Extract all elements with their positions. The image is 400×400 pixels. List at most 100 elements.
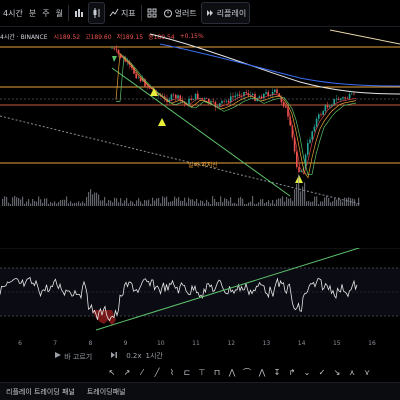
arrow-icon[interactable]: ↗: [121, 367, 133, 379]
volume-bar: [330, 202, 332, 206]
toolbar-item-minute[interactable]: 분: [26, 3, 39, 23]
candle-body: [318, 114, 320, 119]
volume-bar: [14, 196, 16, 206]
rect-icon[interactable]: ⊓: [211, 367, 223, 379]
volume-bar: [128, 203, 130, 206]
volume-bar: [122, 203, 124, 206]
layout-button[interactable]: [144, 3, 160, 23]
volume-bar: [62, 199, 64, 206]
volume-bar: [220, 196, 222, 206]
volume-bar: [90, 189, 92, 206]
support-label[interactable]: 벌써-지지선: [188, 161, 218, 169]
speed-selector[interactable]: 0.2x: [126, 352, 141, 360]
volume-bar: [278, 198, 280, 206]
range-icon[interactable]: ⌄: [301, 367, 313, 379]
toolbar-item-week[interactable]: 주: [39, 3, 52, 23]
volume-bar: [104, 197, 106, 206]
alerts-button[interactable]: 얼러트: [160, 3, 200, 23]
ray-icon[interactable]: ╱: [151, 367, 163, 379]
projection-icon[interactable]: ↘: [331, 367, 343, 379]
tab-replay-trading-panel[interactable]: 리플레이 트레이딩 패널: [0, 387, 81, 397]
volume-bar: [208, 202, 210, 206]
check-icon[interactable]: ✓: [316, 367, 328, 379]
volume-bar: [172, 200, 174, 206]
volume-bar: [288, 198, 290, 206]
interval-selector[interactable]: 4시간: [0, 3, 26, 23]
candle-body: [274, 89, 276, 92]
volume-bar: [184, 197, 186, 206]
volume-bar: [30, 203, 32, 206]
volume-bar: [102, 200, 104, 206]
volume-bar: [202, 200, 204, 206]
volume-bar: [66, 196, 68, 206]
candle-body: [346, 98, 349, 99]
long-position-icon[interactable]: ↧: [271, 367, 283, 379]
volume-bar: [336, 199, 338, 206]
candle-body: [265, 92, 267, 94]
volume-bar: [340, 199, 342, 206]
time-axis-tick: 6: [18, 340, 22, 347]
volume-bar: [10, 203, 12, 206]
volume-bar: [248, 202, 250, 206]
xabcd-icon[interactable]: ⋏: [346, 367, 358, 379]
candle-body: [137, 77, 140, 79]
volume-bar: [264, 203, 266, 206]
volume-bar: [118, 202, 120, 206]
tab-trading-panel[interactable]: 트레이딩패널: [81, 387, 132, 397]
volume-bar: [26, 201, 28, 206]
volume-bar: [84, 203, 86, 206]
volume-bar: [314, 196, 316, 206]
chart-type-button[interactable]: [71, 3, 87, 23]
price-chart-pane[interactable]: 벌써-지지선: [0, 26, 400, 236]
candle-body: [219, 103, 221, 107]
short-position-icon[interactable]: ↱: [286, 367, 298, 379]
toolbar-item-month[interactable]: 월: [53, 3, 66, 23]
arc-icon[interactable]: ⌒: [241, 367, 253, 379]
volume-bar: [304, 182, 306, 206]
volume-bar: [82, 201, 84, 206]
indicators-button[interactable]: 지표: [106, 3, 139, 23]
pitchfork-icon[interactable]: ⊤: [196, 367, 208, 379]
volume-bar: [352, 198, 354, 206]
volume-bar: [92, 194, 94, 206]
channel-icon[interactable]: ⊏: [181, 367, 193, 379]
volume-bar: [282, 196, 284, 206]
candle-body: [267, 92, 269, 96]
fib-icon[interactable]: ⌇: [166, 367, 178, 379]
elliott-icon[interactable]: ⋎: [361, 367, 373, 379]
volume-bar: [78, 201, 80, 206]
volume-bar: [308, 200, 310, 206]
pattern-icon[interactable]: ⋀: [226, 367, 238, 379]
volume-bar: [44, 198, 46, 206]
time-axis[interactable]: 6 7 8 9 10 11 12 13 14 15 16: [0, 336, 400, 348]
replay-button[interactable]: 리플레이: [200, 2, 251, 24]
step-forward-button[interactable]: [110, 351, 118, 361]
volume-bar: [134, 203, 136, 206]
volume-bar: [96, 192, 98, 206]
candle-body: [115, 48, 118, 50]
cursor-icon[interactable]: ↖: [106, 367, 118, 379]
trendline-icon[interactable]: ⁄: [136, 367, 148, 379]
volume-bar: [58, 201, 60, 206]
volume-bar: [140, 201, 142, 206]
oscillator-pane[interactable]: [0, 248, 400, 338]
step-selector[interactable]: 1시간: [146, 351, 163, 361]
volume-bar: [350, 198, 352, 206]
wave-icon[interactable]: ⋀: [256, 367, 268, 379]
candle-body: [351, 93, 353, 95]
volume-bar: [38, 196, 40, 206]
compare-button[interactable]: [87, 2, 105, 24]
goto-bar-button[interactable]: 바 고르기: [54, 351, 92, 362]
candle-body: [170, 94, 173, 100]
candle-body: [194, 93, 197, 100]
volume-bar: [294, 189, 296, 206]
volume-bar: [186, 202, 188, 206]
long-trendline[interactable]: [329, 29, 400, 45]
volume-bar: [72, 203, 74, 206]
volume-bar: [60, 200, 62, 206]
candle-body: [320, 114, 322, 116]
volume-bar: [56, 203, 58, 206]
time-axis-tick: 16: [368, 340, 376, 347]
volume-bar: [20, 199, 22, 206]
volume-bar: [266, 201, 268, 206]
